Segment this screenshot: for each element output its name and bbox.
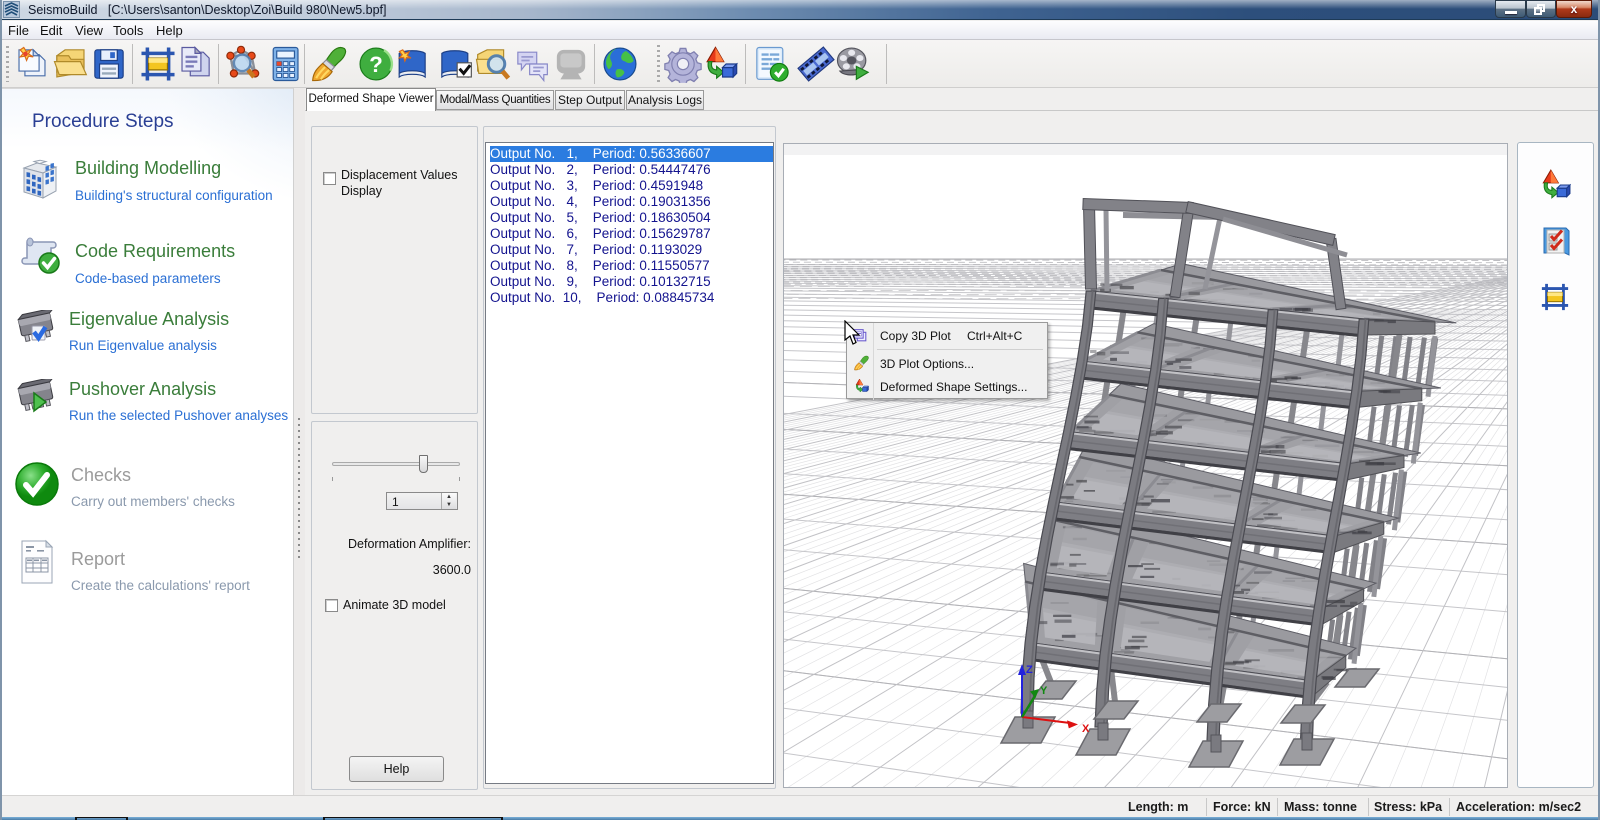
svg-text:X: X bbox=[1082, 723, 1090, 735]
svg-text:?: ? bbox=[369, 52, 383, 77]
svg-text:Z: Z bbox=[1026, 664, 1033, 676]
svg-text:Y: Y bbox=[1040, 685, 1048, 697]
